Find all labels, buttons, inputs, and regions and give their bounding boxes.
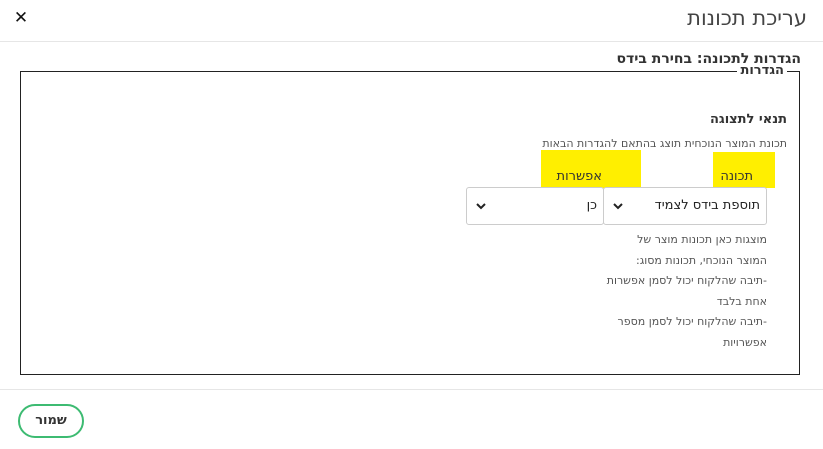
feature-label: תכונה: [720, 169, 753, 184]
settings-legend: הגדרות: [737, 64, 787, 78]
condition-description: תכונת המוצר הנוכחית תוצג בהתאם להגדרות ה…: [542, 137, 787, 150]
feature-select-value: תוספת בידס לצמיד: [654, 198, 760, 213]
help-line: -תיבה שהלקוח יכול לסמן אפשרות: [606, 274, 767, 287]
settings-fieldset: הגדרות תנאי לתצוגה תכונת המוצר הנוכחית ת…: [20, 64, 800, 375]
chevron-down-icon: [613, 203, 623, 210]
modal-header: עריכת תכונות ✕: [0, 0, 823, 42]
option-label: אפשרות: [556, 169, 602, 184]
help-line: המוצר הנוכחי, תכונות מסוג:: [636, 253, 767, 267]
save-button[interactable]: שמור: [18, 404, 84, 438]
help-text: מוצגות כאן תכונות מוצר של המוצר הנוכחי, …: [567, 230, 767, 353]
chevron-down-icon: [476, 203, 486, 210]
condition-title: תנאי לתצוגה: [709, 112, 787, 127]
option-select[interactable]: כן: [466, 187, 604, 225]
close-icon[interactable]: ✕: [12, 8, 30, 28]
modal-title: עריכת תכונות: [687, 6, 807, 30]
option-select-value: כן: [586, 198, 597, 213]
help-line: אחת בלבד: [716, 294, 767, 308]
footer-divider: [0, 389, 823, 390]
help-line: אפשרויות: [723, 335, 767, 349]
help-line: מוצגות כאן תכונות מוצר של: [637, 233, 767, 246]
feature-select[interactable]: תוספת בידס לצמיד: [603, 187, 767, 225]
help-line: -תיבה שהלקוח יכול לסמן מספר: [617, 315, 767, 328]
